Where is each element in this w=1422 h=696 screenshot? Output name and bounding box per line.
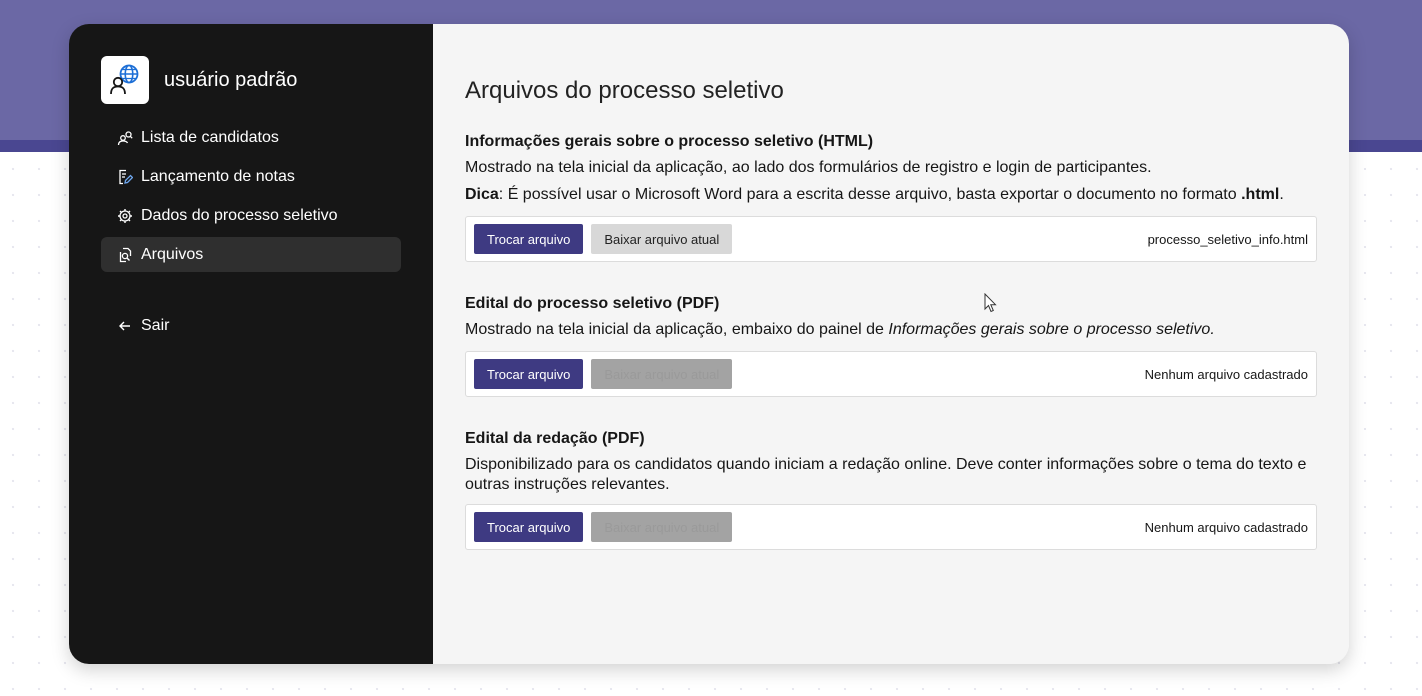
logout-button[interactable]: Sair [101,308,401,343]
gear-icon [117,208,133,224]
change-file-button[interactable]: Trocar arquivo [474,224,584,254]
sidebar-item-lancamento-de-notas[interactable]: Lançamento de notas [101,159,401,194]
section-title: Edital da redação (PDF) [465,430,645,447]
section-edital-redacao: Edital da redação (PDF) Disponibilizado … [465,429,1317,550]
app-window: usuário padrão Lista de candidatos Lança… [69,24,1349,664]
sidebar-item-label: Dados do processo seletivo [141,206,338,224]
logout-section: Sair [101,308,401,347]
file-upload-box: Trocar arquivo Baixar arquivo atual proc… [465,216,1317,262]
sidebar-nav: Lista de candidatos Lançamento de notas [101,120,401,276]
section-title: Edital do processo seletivo (PDF) [465,295,720,312]
tip-text: : É possível usar o Microsoft Word para … [498,186,1242,203]
file-upload-box: Trocar arquivo Baixar arquivo atual Nenh… [465,504,1317,550]
sidebar-item-label: Lançamento de notas [141,167,295,185]
current-file-name: Nenhum arquivo cadastrado [1144,519,1308,535]
sidebar-item-label: Lista de candidatos [141,128,279,146]
file-search-icon [117,247,133,263]
sidebar-item-arquivos[interactable]: Arquivos [101,237,401,272]
current-file-name: processo_seletivo_info.html [1147,231,1308,247]
arrow-left-icon [117,318,133,334]
sidebar: usuário padrão Lista de candidatos Lança… [69,24,433,664]
download-file-button: Baixar arquivo atual [591,359,733,389]
change-file-button[interactable]: Trocar arquivo [474,359,584,389]
document-edit-icon [117,169,133,185]
sidebar-item-label: Arquivos [141,245,204,263]
page-title: Arquivos do processo seletivo [465,77,784,104]
section-description: Disponibilizado para os candidatos quand… [465,456,1307,493]
section-tip: Dica: É possível usar o Microsoft Word p… [465,186,1284,203]
main-content: Arquivos do processo seletivo Informaçõe… [433,24,1349,664]
section-title: Informações gerais sobre o processo sele… [465,133,874,150]
section-edital-processo: Edital do processo seletivo (PDF) Mostra… [465,294,1317,397]
sidebar-item-dados-do-processo-seletivo[interactable]: Dados do processo seletivo [101,198,401,233]
download-file-button: Baixar arquivo atual [591,512,733,542]
tip-format: .html [1241,186,1280,203]
section-description: Mostrado na tela inicial da aplicação, a… [465,159,1152,176]
current-file-name: Nenhum arquivo cadastrado [1144,366,1308,382]
tip-label: Dica [465,186,499,203]
section-description: Mostrado na tela inicial da aplicação, e… [465,321,1215,338]
file-upload-box: Trocar arquivo Baixar arquivo atual Nenh… [465,351,1317,397]
sidebar-item-lista-de-candidatos[interactable]: Lista de candidatos [101,120,401,155]
mouse-cursor-icon [984,293,997,313]
user-globe-icon [101,56,149,104]
download-file-button[interactable]: Baixar arquivo atual [591,224,733,254]
user-block: usuário padrão [101,56,297,104]
user-name: usuário padrão [164,68,298,91]
section-informacoes-gerais: Informações gerais sobre o processo sele… [465,132,1317,262]
logout-label: Sair [141,316,170,334]
change-file-button[interactable]: Trocar arquivo [474,512,584,542]
user-search-icon [117,130,133,146]
